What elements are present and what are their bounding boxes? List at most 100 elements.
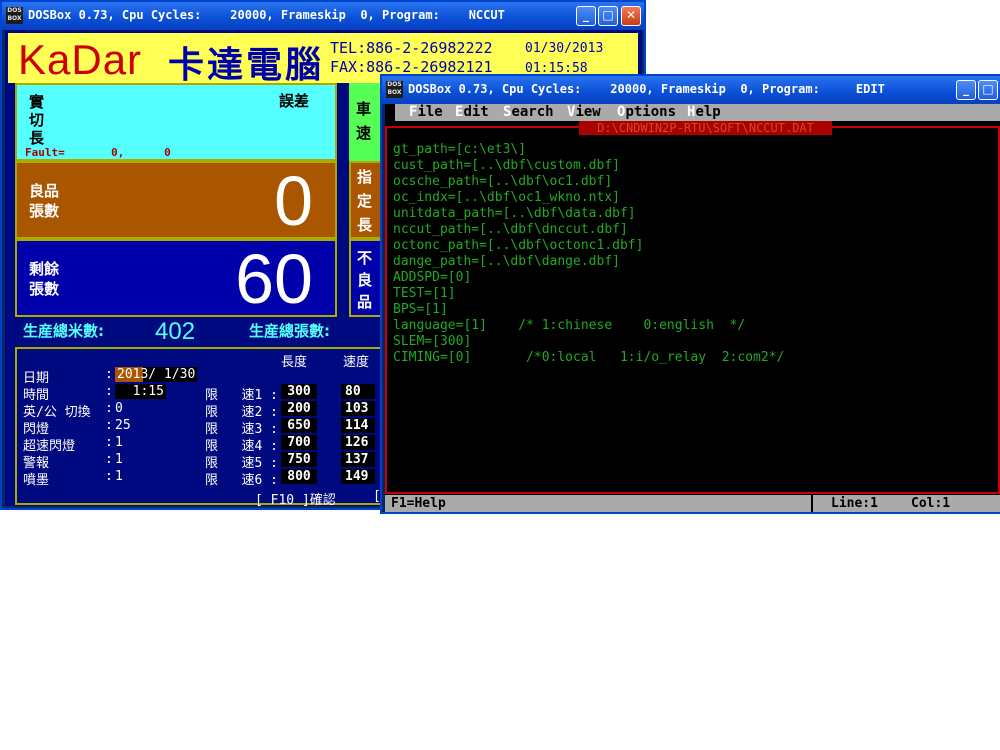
code-line[interactable]: TEST=[1] [393, 286, 456, 302]
setting-colon: : [105, 384, 113, 399]
code-line[interactable]: BPS=[1] [393, 302, 448, 318]
setting-value-field[interactable]: 1 [115, 435, 123, 450]
code-line[interactable]: SLEM=[300] [393, 334, 471, 350]
limit-speed-field[interactable]: 103 [341, 401, 375, 416]
code-line[interactable]: ADDSPD=[0] [393, 270, 471, 286]
setting-value-field[interactable]: 1 [115, 469, 123, 484]
menu-label-rest: ptions [625, 104, 677, 120]
limit-speed-field[interactable]: 137 [341, 452, 375, 467]
limit-length-field[interactable]: 700 [281, 435, 317, 450]
speed-side-panel: 車 速 [349, 83, 383, 161]
remaining-count-panel: 剩餘 張數 60 [15, 239, 337, 317]
code-line[interactable]: cust_path=[..\dbf\custom.dbf] [393, 158, 620, 174]
code-line[interactable]: gt_path=[c:\et3\] [393, 142, 526, 158]
defect-side-panel: 不 良 品 [349, 239, 383, 317]
menu-bar: File Edit Search View Options Help [385, 104, 1000, 121]
good-count-value: 0 [274, 162, 313, 240]
remaining-count-value: 60 [235, 240, 313, 318]
dosbox-window-edit[interactable]: DOS BOX DOSBox 0.73, Cpu Cycles: 20000, F… [380, 74, 1000, 514]
menu-label-rest: iew [575, 104, 601, 120]
limit-length-field[interactable]: 650 [281, 418, 317, 433]
confirm-f10-hint[interactable]: [ F10 ]確認 [255, 489, 336, 508]
total-meters-label: 生産總米數: [23, 322, 104, 340]
limit-speed-field[interactable]: 126 [341, 435, 375, 450]
setting-value-field[interactable]: 25 [115, 418, 131, 433]
text-editor-area[interactable]: gt_path=[c:\et3\] cust_path=[..\dbf\custo… [385, 126, 1000, 494]
status-bar: F1=Help Line:1 Col:1 [385, 495, 1000, 512]
length-column-header: 長度 [281, 355, 308, 370]
menu-search[interactable]: Search [503, 104, 554, 121]
good-count-label: 良品 張數 [29, 182, 60, 220]
speed-column-header: 速度 [343, 355, 370, 370]
cursor-block [385, 104, 395, 121]
setting-colon: : [105, 401, 113, 416]
current-date: 01/30/2013 [525, 41, 604, 56]
code-line[interactable]: unitdata_path=[..\dbf\data.dbf] [393, 206, 636, 222]
code-line[interactable]: dange_path=[..\dbf\dange.dbf] [393, 254, 620, 270]
setting-value-field[interactable]: 2013/ 1/30 [115, 367, 198, 382]
error-label: 誤差 [279, 92, 310, 110]
menu-label-rest: ile [417, 104, 443, 120]
title-bar[interactable]: DOS BOX DOSBox 0.73, Cpu Cycles: 20000, F… [2, 2, 644, 30]
setting-colon: : [105, 367, 113, 382]
setting-value-field[interactable]: 1:15 [115, 384, 166, 399]
window-title: DOSBox 0.73, Cpu Cycles: 20000, Frameski… [28, 8, 505, 22]
defect-side-label: 不 良 品 [357, 249, 373, 311]
menu-options[interactable]: Options [617, 104, 676, 121]
settings-panel: 長度 速度 日期:2013/ 1/30 時間: 1:15 英/公 切換:0 閃燈:25… [15, 347, 385, 508]
minimize-button[interactable]: _ [576, 6, 596, 26]
edit-screen: File Edit Search View Options Help gt_path=[c… [385, 104, 1000, 512]
setting-colon: : [105, 452, 113, 467]
limit-length-field[interactable]: 200 [281, 401, 317, 416]
menu-edit[interactable]: Edit [455, 104, 489, 121]
set-length-side-panel: 指 定 長 [349, 161, 383, 239]
setting-value-field[interactable]: 1 [115, 452, 123, 467]
limit-length-field[interactable]: 750 [281, 452, 317, 467]
close-button[interactable]: ✕ [621, 6, 641, 26]
cut-length-label: 實切長 [29, 93, 45, 147]
window-title: DOSBox 0.73, Cpu Cycles: 20000, Frameski… [408, 82, 885, 96]
setting-colon: : [105, 469, 113, 484]
title-bar[interactable]: DOS BOX DOSBox 0.73, Cpu Cycles: 20000, F… [382, 76, 1000, 104]
status-divider [811, 495, 813, 512]
maximize-button[interactable]: □ [598, 6, 618, 26]
code-line[interactable]: language=[1] /* 1:chinese 0:english */ [393, 318, 745, 334]
good-count-panel: 良品 張數 0 [15, 161, 337, 239]
speed-limit-label: 限 速6 : [205, 473, 278, 488]
setting-colon: : [105, 435, 113, 450]
limit-speed-field[interactable]: 114 [341, 418, 375, 433]
column-indicator: Col:1 [911, 496, 951, 511]
menu-view[interactable]: View [567, 104, 601, 121]
limit-speed-field[interactable]: 80 [341, 384, 375, 399]
speed-side-label: 車 速 [356, 100, 372, 142]
kadar-logo: KaDar [18, 36, 143, 83]
code-line[interactable]: oc_indx=[..\dbf\oc1_wkno.ntx] [393, 190, 620, 206]
code-line[interactable]: CIMING=[0] /*0:local 1:i/o_relay 2:com2*… [393, 350, 784, 366]
limit-length-field[interactable]: 800 [281, 469, 317, 484]
menu-file[interactable]: File [409, 104, 443, 121]
code-line[interactable]: ocsche_path=[..\dbf\oc1.dbf] [393, 174, 612, 190]
file-path-title: D:\CNDWIN2P-RTU\SOFT\NCCUT.DAT [579, 121, 832, 135]
minimize-button[interactable]: _ [956, 80, 976, 100]
code-line[interactable]: octonc_path=[..\dbf\octonc1.dbf] [393, 238, 643, 254]
setting-value-field[interactable]: 0 [115, 401, 123, 416]
maximize-button[interactable]: □ [978, 80, 998, 100]
total-meters-value: 402 [155, 318, 196, 345]
remaining-count-label: 剩餘 張數 [29, 260, 60, 298]
set-length-side-label: 指 定 長 [357, 168, 373, 234]
total-sheets-label: 生産總張數: [249, 322, 330, 340]
limit-length-field[interactable]: 300 [281, 384, 317, 399]
tel-number: TEL:886-2-26982222 [330, 39, 493, 57]
setting-colon: : [105, 418, 113, 433]
dosbox-icon[interactable]: DOS BOX [6, 7, 23, 24]
fault-readout: Fault= 0, 0 [25, 146, 171, 159]
code-line[interactable]: nccut_path=[..\dbf\dnccut.dbf] [393, 222, 628, 238]
menu-help[interactable]: Help [687, 104, 721, 121]
menu-label-rest: dit [463, 104, 489, 120]
dosbox-icon[interactable]: DOS BOX [386, 81, 403, 98]
cut-length-panel: 實切長 誤差 Fault= 0, 0 [15, 83, 337, 161]
menu-label-rest: elp [695, 104, 721, 120]
limit-speed-field[interactable]: 149 [341, 469, 375, 484]
help-hint: F1=Help [391, 496, 446, 511]
company-name-cn: 卡達電腦 [168, 44, 325, 86]
